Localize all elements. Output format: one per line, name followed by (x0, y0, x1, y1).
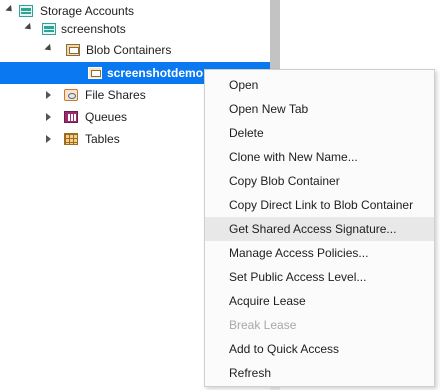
menu-item-set-public-access-level[interactable]: Set Public Access Level... (205, 265, 434, 289)
menu-item-open-new-tab[interactable]: Open New Tab (205, 97, 434, 121)
tree-label-file-shares: File Shares (85, 88, 146, 102)
menu-item-clone-with-new-name[interactable]: Clone with New Name... (205, 145, 434, 169)
blob-containers-icon (66, 44, 80, 56)
tree-label-storage-accounts: Storage Accounts (40, 4, 135, 18)
tree-label-account: screenshots (61, 22, 126, 36)
tree-node-blob-containers[interactable]: Blob Containers (0, 39, 270, 61)
tree-label-selected-container: screenshotdemo (107, 66, 204, 80)
storage-accounts-icon (19, 5, 33, 17)
menu-item-manage-access-policies[interactable]: Manage Access Policies... (205, 241, 434, 265)
storage-account-icon (42, 23, 56, 35)
menu-item-copy-blob-container[interactable]: Copy Blob Container (205, 169, 434, 193)
file-shares-icon (64, 89, 78, 101)
menu-item-open[interactable]: Open (205, 73, 434, 97)
menu-item-add-to-quick-access[interactable]: Add to Quick Access (205, 337, 434, 361)
tree-node-account-screenshots[interactable]: screenshots (0, 18, 270, 40)
tree-label-blob-containers: Blob Containers (86, 43, 172, 57)
expand-right-icon[interactable] (46, 135, 51, 143)
queues-icon (64, 111, 78, 123)
expand-down-icon[interactable] (24, 22, 34, 33)
expand-down-icon[interactable] (5, 4, 15, 15)
context-menu: Open Open New Tab Delete Clone with New … (204, 69, 435, 387)
blob-container-icon (88, 67, 102, 79)
menu-item-copy-direct-link[interactable]: Copy Direct Link to Blob Container (205, 193, 434, 217)
menu-item-get-shared-access-signature[interactable]: Get Shared Access Signature... (205, 217, 434, 241)
menu-item-acquire-lease[interactable]: Acquire Lease (205, 289, 434, 313)
tables-icon (64, 133, 78, 145)
tree-label-queues: Queues (85, 110, 128, 124)
menu-item-break-lease: Break Lease (229, 318, 297, 332)
menu-item-delete[interactable]: Delete (205, 121, 434, 145)
expand-down-icon[interactable] (44, 43, 54, 54)
tree-label-tables: Tables (85, 132, 120, 146)
expand-right-icon[interactable] (46, 91, 51, 99)
menu-item-refresh[interactable]: Refresh (205, 361, 434, 385)
expand-right-icon[interactable] (46, 113, 51, 121)
